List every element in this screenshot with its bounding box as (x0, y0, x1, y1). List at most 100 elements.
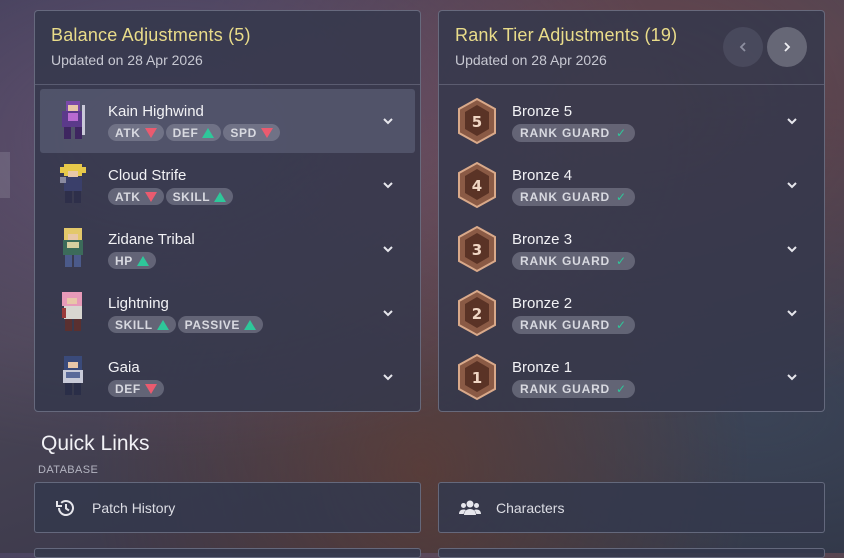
bronze-rank-emblem-icon: 3 (458, 225, 496, 273)
chevron-down-icon[interactable] (785, 370, 799, 384)
chevron-down-icon[interactable] (785, 178, 799, 192)
character-name: Gaia (108, 359, 140, 376)
users-icon (459, 500, 481, 515)
ranks-panel-title: Rank Tier Adjustments (19) (455, 25, 678, 45)
background-edge (0, 152, 10, 198)
stat-tag: PASSIVE (177, 316, 264, 333)
chevron-down-icon[interactable] (785, 242, 799, 256)
arrow-up-icon (136, 255, 149, 266)
chevron-left-icon (739, 42, 746, 52)
badge-label: RANK GUARD (520, 254, 610, 268)
rank-row[interactable]: 3 Bronze 3 RANK GUARD ✓ (444, 217, 819, 281)
stat-label: ATK (115, 125, 141, 140)
chevron-down-icon[interactable] (381, 242, 395, 256)
badge-label: RANK GUARD (520, 126, 610, 140)
stat-label: SPD (230, 125, 257, 140)
history-icon (56, 500, 74, 516)
stat-tag: ATK (108, 124, 164, 141)
character-avatar (63, 356, 83, 395)
characters-link[interactable]: Characters (438, 482, 825, 533)
rank-guard-badge: RANK GUARD ✓ (512, 252, 635, 270)
stat-tags: ATK SKILL (108, 188, 234, 205)
stat-tags: HP (108, 252, 156, 269)
stat-label: DEF (172, 125, 199, 140)
check-icon: ✓ (616, 382, 627, 396)
rank-guard-badge: RANK GUARD ✓ (512, 316, 635, 334)
rank-numeral: 3 (472, 241, 482, 259)
stat-label: DEF (115, 381, 141, 396)
character-avatar (62, 101, 85, 139)
check-icon: ✓ (616, 190, 627, 204)
stat-tag: SPD (223, 124, 280, 141)
balance-row[interactable]: Kain Highwind ATK DEF SPD (40, 89, 415, 153)
previous-page-button[interactable] (723, 27, 763, 67)
stat-tag: SKILL (108, 316, 176, 333)
rank-badges: RANK GUARD ✓ (512, 316, 635, 334)
arrow-up-icon (202, 127, 215, 138)
stat-label: SKILL (172, 189, 211, 204)
link-label: Patch History (92, 500, 176, 516)
arrow-down-icon (144, 383, 157, 394)
chevron-down-icon[interactable] (381, 178, 395, 192)
stat-tags: DEF (108, 380, 164, 397)
character-avatar (62, 292, 82, 331)
badge-label: RANK GUARD (520, 318, 610, 332)
balance-row[interactable]: Cloud Strife ATK SKILL (40, 153, 415, 217)
balance-row[interactable]: Zidane Tribal HP (40, 217, 415, 281)
rank-name: Bronze 5 (512, 103, 573, 120)
check-icon: ✓ (616, 254, 627, 268)
character-name: Kain Highwind (108, 103, 204, 120)
rank-badges: RANK GUARD ✓ (512, 124, 635, 142)
stat-tag: ATK (108, 188, 164, 205)
next-page-button[interactable] (767, 27, 807, 67)
bronze-rank-emblem-icon: 5 (458, 97, 496, 145)
stat-tag: DEF (165, 124, 222, 141)
stat-tag: DEF (108, 380, 164, 397)
bronze-rank-emblem-icon: 2 (458, 289, 496, 337)
rank-name: Bronze 2 (512, 295, 573, 312)
character-avatar (63, 228, 83, 267)
chevron-down-icon[interactable] (785, 306, 799, 320)
rank-numeral: 4 (472, 177, 482, 195)
chevron-down-icon[interactable] (381, 370, 395, 384)
stat-tag: HP (108, 252, 156, 269)
balance-panel-updated: Updated on 28 Apr 2026 (51, 52, 203, 68)
rank-name: Bronze 1 (512, 359, 573, 376)
rank-row[interactable]: 4 Bronze 4 RANK GUARD ✓ (444, 153, 819, 217)
quick-links-title: Quick Links (41, 432, 150, 455)
rank-row[interactable]: 1 Bronze 1 RANK GUARD ✓ (444, 345, 819, 409)
character-name: Lightning (108, 295, 169, 312)
arrow-down-icon (260, 127, 273, 138)
rank-guard-badge: RANK GUARD ✓ (512, 188, 635, 206)
rank-tier-adjustments-panel: Rank Tier Adjustments (19) Updated on 28… (438, 10, 825, 412)
stat-label: SKILL (115, 317, 153, 332)
chevron-down-icon[interactable] (381, 306, 395, 320)
patch-history-link[interactable]: Patch History (34, 482, 421, 533)
link-card-partial (438, 548, 825, 558)
badge-label: RANK GUARD (520, 190, 610, 204)
stat-label: PASSIVE (184, 317, 241, 332)
chevron-right-icon (784, 42, 791, 52)
arrow-up-icon (244, 319, 257, 330)
balance-panel-header: Balance Adjustments (5) Updated on 28 Ap… (35, 11, 420, 85)
character-avatar (60, 164, 86, 203)
ranks-panel-header: Rank Tier Adjustments (19) Updated on 28… (439, 11, 824, 85)
stat-tags: ATK DEF SPD (108, 124, 280, 141)
stat-label: HP (115, 253, 133, 268)
rank-badges: RANK GUARD ✓ (512, 252, 635, 270)
rank-name: Bronze 4 (512, 167, 573, 184)
balance-row[interactable]: Lightning SKILL PASSIVE (40, 281, 415, 345)
rank-row[interactable]: 5 Bronze 5 RANK GUARD ✓ (444, 89, 819, 153)
chevron-down-icon[interactable] (785, 114, 799, 128)
rank-numeral: 5 (472, 113, 482, 131)
arrow-up-icon (214, 191, 227, 202)
stat-label: ATK (115, 189, 141, 204)
rank-row[interactable]: 2 Bronze 2 RANK GUARD ✓ (444, 281, 819, 345)
arrow-up-icon (156, 319, 169, 330)
chevron-down-icon[interactable] (381, 114, 395, 128)
badge-label: RANK GUARD (520, 382, 610, 396)
rank-guard-badge: RANK GUARD ✓ (512, 124, 635, 142)
balance-row[interactable]: Gaia DEF (40, 345, 415, 409)
bronze-rank-emblem-icon: 4 (458, 161, 496, 209)
link-label: Characters (496, 500, 565, 516)
